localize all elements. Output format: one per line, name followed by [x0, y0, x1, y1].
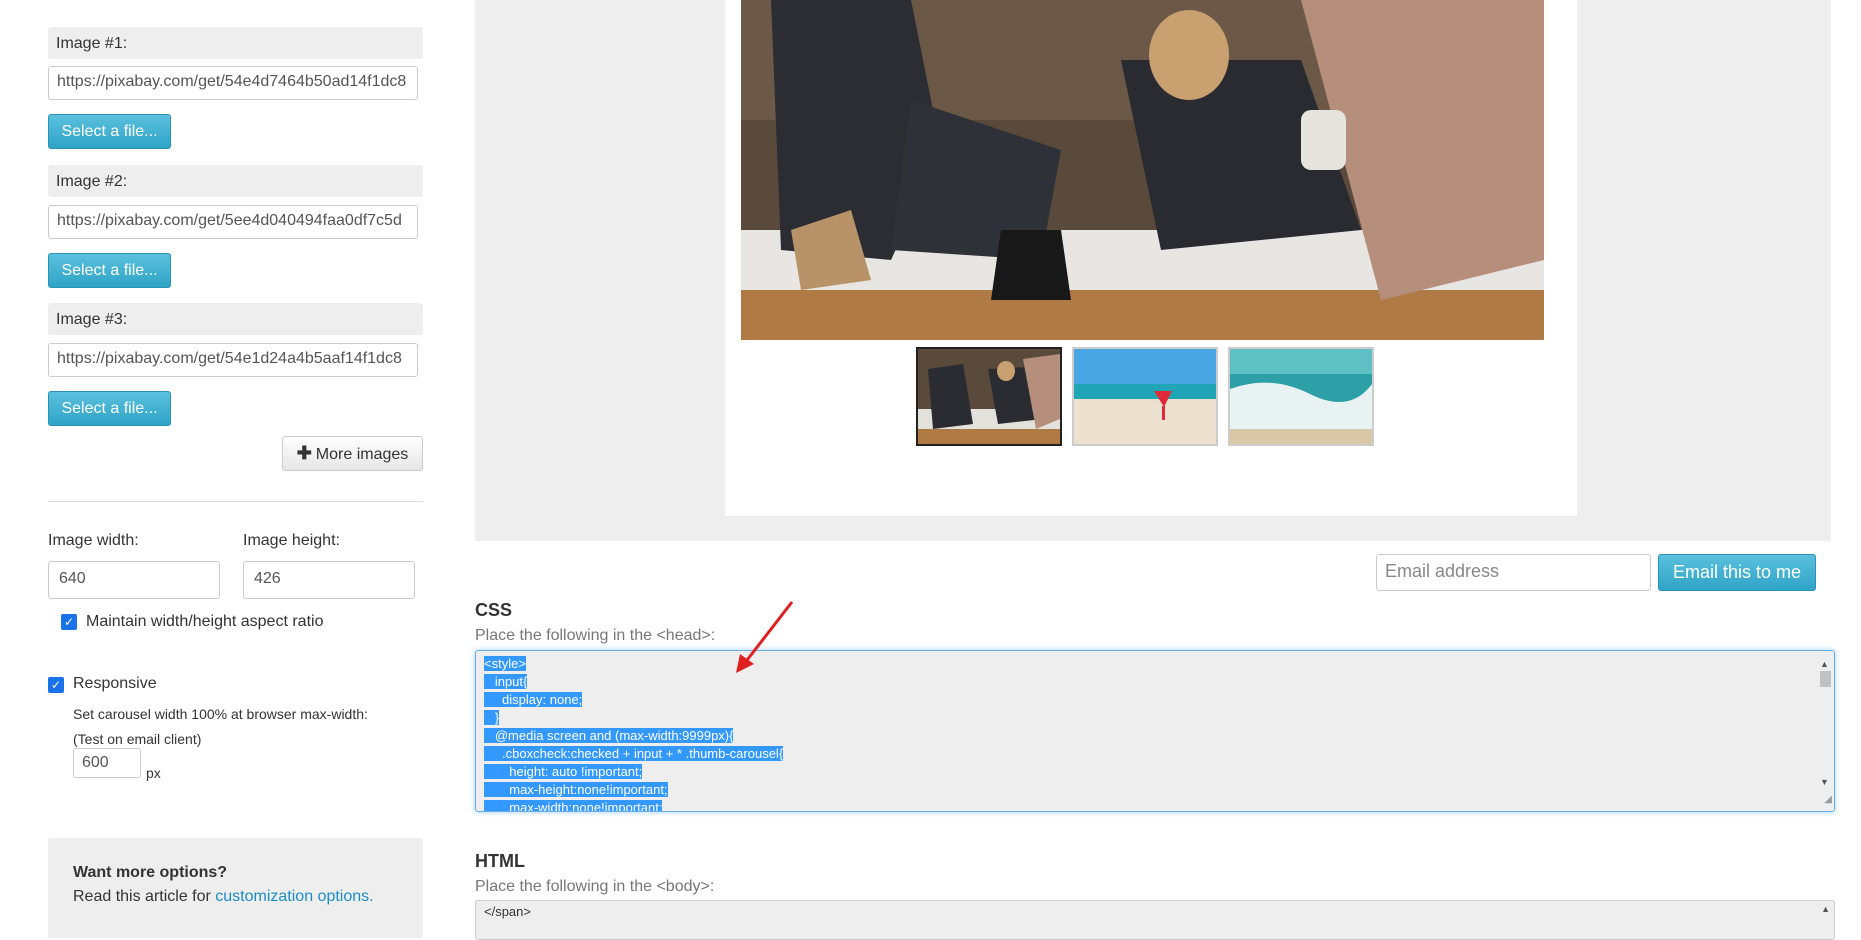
more-options-box: Want more options? Read this article for… [48, 838, 423, 938]
resize-handle-icon[interactable]: ◢ [1824, 791, 1832, 809]
css-section-title: CSS [475, 600, 513, 620]
settings-sidebar: Image #1: https://pixabay.com/get/54e4d7… [48, 0, 424, 938]
couple-with-pug-thumbnail [918, 349, 1060, 444]
image-2-select-file-button[interactable]: Select a file... [48, 253, 171, 288]
html-section-title: HTML [475, 851, 525, 871]
code-line: .cboxcheck:checked + input + * .thumb-ca… [484, 746, 784, 761]
responsive-label: Responsive [73, 675, 157, 692]
image-1-label: Image #1: [48, 27, 423, 59]
html-section-subtitle: Place the following in the <body>: [475, 878, 715, 895]
image-1-select-file-button[interactable]: Select a file... [48, 114, 171, 149]
image-3-label: Image #3: [48, 303, 423, 335]
more-images-button[interactable]: ✚ More images [282, 436, 423, 471]
css-section-subtitle: Place the following in the <head>: [475, 627, 716, 644]
more-images-label: More images [315, 446, 409, 463]
max-width-input[interactable]: 600 [73, 748, 141, 778]
plus-icon: ✚ [296, 443, 312, 463]
image-3-select-file-button[interactable]: Select a file... [48, 391, 171, 426]
scrollbar-thumb[interactable] [1820, 671, 1831, 687]
code-line: } [484, 710, 500, 725]
more-options-title: Want more options? [73, 864, 228, 881]
thumbnail-3[interactable] [1228, 347, 1374, 446]
code-line: </span> [484, 904, 531, 919]
aspect-ratio-label: Maintain width/height aspect ratio [86, 613, 324, 630]
max-width-unit: px [146, 765, 161, 781]
code-line: <style> [484, 656, 526, 671]
image-2-url-input[interactable]: https://pixabay.com/get/5ee4d040494faa0d… [48, 205, 418, 239]
scroll-down-icon[interactable]: ▼ [1820, 773, 1829, 791]
carousel-main-image [741, 0, 1544, 340]
scroll-up-icon[interactable]: ▲ [1821, 904, 1830, 914]
image-height-input[interactable]: 426 [243, 561, 415, 599]
code-line: display: none; [484, 692, 583, 707]
css-textarea-scrollbar[interactable]: ▲ ▼ ◢ [1817, 651, 1834, 811]
email-this-to-me-button[interactable]: Email this to me [1658, 554, 1816, 591]
responsive-checkbox[interactable]: ✓ [48, 677, 64, 693]
html-code-textarea[interactable]: </span> ▲ [475, 900, 1835, 940]
image-width-input[interactable]: 640 [48, 561, 220, 599]
ocean-wave-thumbnail [1230, 349, 1372, 444]
more-options-desc: Read this article for [73, 888, 216, 905]
email-address-input[interactable]: Email address [1376, 554, 1651, 591]
thumbnail-2[interactable] [1072, 347, 1218, 446]
code-line: input{ [484, 674, 528, 689]
css-code-textarea[interactable]: <style> input{ display: none; } @media s… [475, 650, 1835, 812]
code-line: max-height:none!important; [484, 782, 668, 797]
aspect-ratio-checkbox[interactable]: ✓ [61, 614, 77, 630]
carousel-note-1: Set carousel width 100% at browser max-w… [73, 706, 368, 722]
more-options-text: Read this article for customization opti… [73, 888, 398, 906]
customization-options-link[interactable]: customization options. [215, 888, 373, 905]
carousel-note-2: (Test on email client) [73, 731, 202, 747]
image-3-url-input[interactable]: https://pixabay.com/get/54e1d24a4b5aaf14… [48, 343, 418, 377]
image-height-label: Image height: [243, 532, 340, 549]
thumbnail-1[interactable] [916, 347, 1062, 446]
image-1-url-input[interactable]: https://pixabay.com/get/54e4d7464b50ad14… [48, 66, 418, 100]
code-line: @media screen and (max-width:9999px){ [484, 728, 734, 743]
code-line: max-width:none!important; [484, 799, 1826, 811]
beach-drink-thumbnail [1074, 349, 1216, 444]
code-line: height: auto !important; [484, 764, 643, 779]
annotation-arrow-icon [736, 601, 794, 673]
image-2-label: Image #2: [48, 165, 423, 197]
sidebar-divider [48, 501, 423, 502]
image-width-label: Image width: [48, 532, 139, 549]
couple-with-pug-photo [741, 0, 1544, 340]
